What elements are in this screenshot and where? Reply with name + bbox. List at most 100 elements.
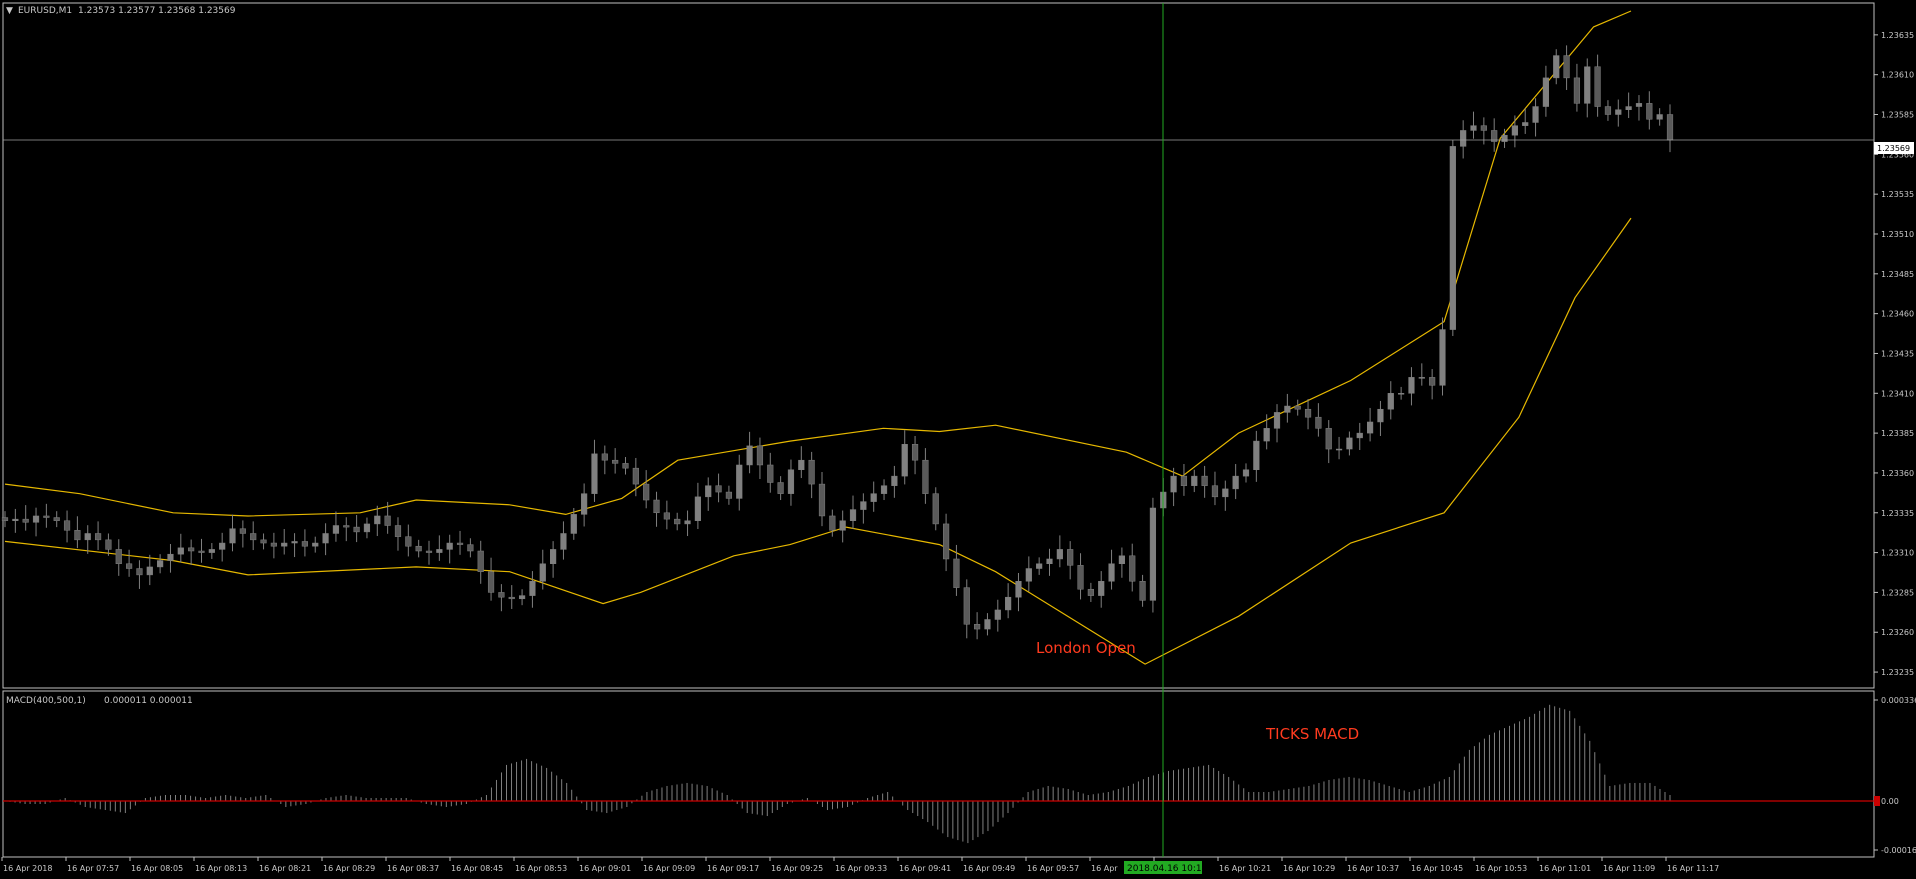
candle-body — [1460, 130, 1467, 147]
candle-body — [177, 547, 184, 555]
time-tick-label: 16 Apr 08:21 — [259, 864, 311, 873]
candle-body — [281, 542, 288, 547]
time-tick-label: 16 Apr 09:17 — [707, 864, 759, 873]
price-tick-label: 1.23485 — [1881, 270, 1914, 279]
time-tick-label: 16 Apr 09:09 — [643, 864, 695, 873]
candle-body — [1625, 106, 1632, 110]
candle-body — [167, 553, 174, 561]
candle-body — [725, 491, 733, 499]
time-tick-label: 16 Apr 09:25 — [771, 864, 823, 873]
candle-body — [1315, 416, 1322, 429]
time-tick-label: 16 Apr 10:53 — [1475, 864, 1527, 873]
candle-body — [425, 550, 433, 553]
candle-body — [1273, 412, 1281, 429]
candle-body — [1087, 588, 1094, 596]
candle-body — [1108, 563, 1115, 582]
candle-body — [1594, 66, 1601, 107]
candle-body — [1439, 329, 1446, 386]
price-tick-label: 1.23360 — [1881, 469, 1914, 478]
candle-body — [1191, 475, 1198, 486]
candle-body — [229, 528, 236, 544]
candle-body — [963, 587, 970, 625]
time-tick-label: 16 Apr 09:49 — [963, 864, 1015, 873]
candle-body — [43, 515, 50, 518]
macd-tick-label: 0.000336 — [1881, 696, 1916, 705]
candle-body — [829, 515, 836, 531]
price-tick-label: 1.23285 — [1881, 588, 1914, 597]
candle-body — [157, 560, 164, 568]
candle-body — [632, 467, 639, 485]
candle-body — [1511, 125, 1518, 136]
price-tick-label: 1.23310 — [1881, 549, 1914, 558]
candle-body — [260, 539, 267, 544]
candle-body — [301, 541, 309, 547]
candle-body — [74, 530, 81, 541]
price-tick-label: 1.23610 — [1881, 71, 1914, 80]
time-tick-label: 16 Apr 10:45 — [1411, 864, 1463, 873]
price-tick-label: 1.23435 — [1881, 349, 1914, 358]
candle-body — [746, 445, 753, 466]
candle-body — [529, 581, 536, 596]
candle-body — [1398, 393, 1405, 395]
candle-body — [1284, 405, 1291, 413]
candle-body — [550, 549, 557, 564]
time-tick-label: 16 Apr 09:33 — [835, 864, 887, 873]
candle-body — [663, 512, 670, 520]
candle-body — [1408, 377, 1415, 394]
candle-body — [1387, 393, 1394, 410]
candle-body — [901, 444, 908, 477]
candle-body — [539, 563, 546, 582]
candle-body — [270, 542, 277, 547]
candle-body — [467, 544, 474, 552]
candle-body — [1522, 122, 1529, 126]
candle-body — [653, 499, 660, 514]
candle-body — [798, 459, 805, 471]
price-tick-label: 1.23460 — [1881, 310, 1914, 319]
candle-body — [518, 595, 526, 600]
candle-body — [674, 518, 681, 525]
crosshair-time: 2018.04.16 10:14 — [1127, 864, 1208, 874]
chart-background — [0, 0, 1916, 879]
candle-body — [1604, 106, 1612, 115]
candle-body — [487, 571, 495, 593]
price-tick-label: 1.23385 — [1881, 429, 1914, 438]
candle-body — [250, 533, 257, 541]
candle-body — [591, 453, 598, 494]
candle-body — [839, 520, 846, 531]
candle-body — [984, 619, 991, 630]
candle-body — [508, 596, 515, 600]
time-tick-label: 16 Apr 10:21 — [1219, 864, 1271, 873]
price-tick-label: 1.23585 — [1881, 111, 1914, 120]
candle-body — [1542, 77, 1549, 107]
candle-body — [1563, 55, 1570, 79]
price-tick-label: 1.23410 — [1881, 389, 1914, 398]
candle-body — [1366, 421, 1374, 434]
candle-body — [1429, 377, 1436, 386]
time-tick-label: 16 Apr 07:57 — [67, 864, 119, 873]
candle-body — [1666, 114, 1674, 141]
candle-body — [1, 517, 9, 521]
candle-body — [1232, 475, 1239, 490]
candle-body — [332, 525, 340, 534]
candle-body — [860, 501, 867, 510]
candle-body — [446, 542, 453, 550]
candle-body — [477, 550, 484, 572]
candle-body — [374, 515, 381, 525]
candle-body — [1294, 405, 1301, 410]
candle-body — [146, 566, 153, 576]
candle-body — [601, 453, 608, 461]
candle-body — [1201, 475, 1208, 486]
main-header-arrow[interactable]: ▼ — [6, 6, 13, 16]
candle-body — [1646, 103, 1653, 120]
candle-body — [1077, 565, 1084, 590]
candle-body — [1304, 408, 1312, 418]
candle-body — [1356, 432, 1363, 439]
time-tick-label: 16 Apr 08:05 — [131, 864, 183, 873]
candle-body — [198, 550, 205, 553]
candle-body — [1480, 125, 1487, 131]
candle-body — [456, 542, 464, 545]
candle-body — [570, 514, 577, 534]
candle-body — [94, 533, 102, 541]
price-tick-label: 1.23235 — [1881, 668, 1914, 677]
candle-body — [1149, 507, 1157, 601]
